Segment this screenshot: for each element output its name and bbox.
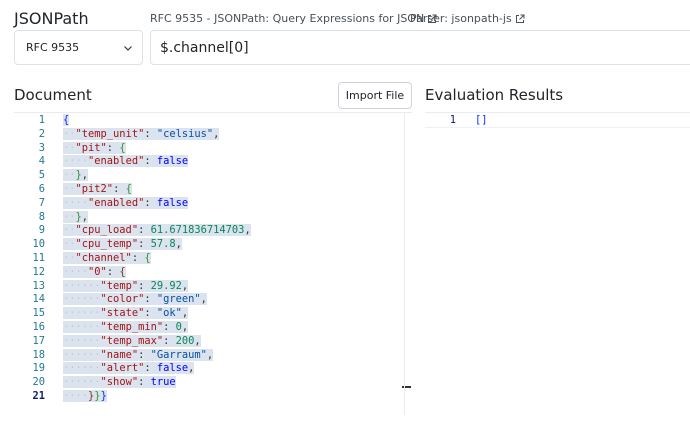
query-text: $.channel[0] xyxy=(160,39,249,56)
value-pit-enabled: false xyxy=(156,155,189,168)
line-number: 8 xyxy=(38,210,45,223)
line-number: 20 xyxy=(32,376,45,389)
line-number: 16 xyxy=(32,321,45,333)
chevron-down-icon xyxy=(124,46,132,51)
document-title: Document xyxy=(14,86,92,104)
line-number: 10 xyxy=(32,238,45,251)
line-number: 2 xyxy=(38,127,45,140)
line-number: 6 xyxy=(38,183,45,195)
line-number: 13 xyxy=(32,279,45,292)
line-number: 19 xyxy=(32,362,45,375)
editor-scrollbar[interactable] xyxy=(404,112,405,415)
value-color: "green" xyxy=(156,293,201,306)
line-number: 12 xyxy=(32,265,45,278)
spec-select[interactable]: RFC 9535 xyxy=(14,30,143,65)
import-file-button[interactable]: Import File xyxy=(338,82,412,109)
spec-select-value: RFC 9535 xyxy=(26,41,80,54)
line-number: 1 xyxy=(38,114,45,126)
value-alert: false xyxy=(156,362,189,375)
value-cpu-temp: 57.8 xyxy=(150,238,176,251)
document-editor[interactable]: 1{ 2 ··"temp_unit": "celsius", 3 ··"pit": … xyxy=(14,112,412,415)
line-number: 5 xyxy=(38,169,45,182)
line-number-active: 21 xyxy=(32,390,45,402)
external-link-icon xyxy=(515,14,525,23)
result-line-number: 1 xyxy=(449,114,456,126)
line-number: 7 xyxy=(38,196,45,209)
app-title: JSONPath xyxy=(14,9,89,28)
value-temp-max: 200 xyxy=(175,334,195,347)
results-viewer[interactable]: 1 [] xyxy=(425,112,690,415)
value-temp: 29.92 xyxy=(150,279,182,292)
line-number: 18 xyxy=(32,348,45,361)
results-title: Evaluation Results xyxy=(425,86,564,104)
line-number: 3 xyxy=(38,141,45,154)
rfc-link-label: RFC 9535 - JSONPath: Query Expressions f… xyxy=(150,12,425,25)
line-number: 4 xyxy=(38,155,45,168)
value-show: true xyxy=(150,376,176,389)
parser-link[interactable]: Parser: jsonpath-js xyxy=(410,12,525,25)
value-name: "Garraum" xyxy=(150,348,207,361)
value-temp-unit: "celsius" xyxy=(156,127,214,140)
query-input[interactable]: $.channel[0] xyxy=(150,30,690,65)
value-state: "ok" xyxy=(156,307,182,320)
value-cpu-load: 61.671836714703 xyxy=(150,224,245,237)
line-number: 17 xyxy=(32,334,45,347)
line-number: 14 xyxy=(32,293,45,306)
rfc-link[interactable]: RFC 9535 - JSONPath: Query Expressions f… xyxy=(150,12,437,25)
parser-link-label: Parser: jsonpath-js xyxy=(410,12,512,25)
line-number: 11 xyxy=(32,252,45,264)
line-number: 15 xyxy=(32,307,45,320)
result-text: [] xyxy=(475,114,488,126)
value-pit2-enabled: false xyxy=(156,196,189,209)
line-number: 9 xyxy=(38,224,45,237)
